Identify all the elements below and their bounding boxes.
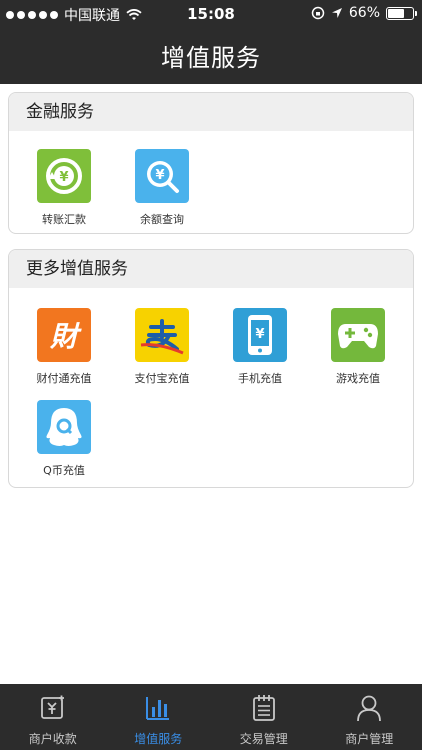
service-qq-coin-recharge[interactable]: Q币充值 xyxy=(15,400,113,478)
status-bar: 中国联通 15:08 66% xyxy=(0,0,422,28)
service-tenpay-recharge[interactable]: 財 财付通充值 xyxy=(15,308,113,386)
clipboard-icon xyxy=(252,694,276,722)
qq-coin-icon xyxy=(37,400,91,454)
tenpay-icon: 財 xyxy=(37,308,91,362)
location-arrow-icon xyxy=(331,8,342,18)
bar-chart-icon xyxy=(145,694,171,722)
tab-label: 交易管理 xyxy=(239,732,288,746)
tab-value-added-services[interactable]: 增值服务 xyxy=(106,684,212,750)
section-financial-services: 金融服务 ¥ 转账汇款 ¥ 余额查询 xyxy=(8,92,414,234)
service-label: 手机充值 xyxy=(238,372,282,385)
section-title: 金融服务 xyxy=(9,93,413,131)
page-title: 增值服务 xyxy=(161,44,261,72)
tab-label: 商户收款 xyxy=(28,732,77,746)
svg-text:¥: ¥ xyxy=(255,327,264,342)
service-label: 游戏充值 xyxy=(336,372,380,385)
tab-merchant-receive[interactable]: 商户收款 xyxy=(0,684,106,750)
battery-percent: 66% xyxy=(348,5,380,21)
tab-transaction-management[interactable]: 交易管理 xyxy=(211,684,317,750)
service-game-recharge[interactable]: 游戏充值 xyxy=(309,308,407,386)
balance-query-icon: ¥ xyxy=(135,149,189,203)
service-label: 转账汇款 xyxy=(42,213,86,226)
tab-bar: 商户收款 增值服务 交易管理 商户管理 xyxy=(0,684,422,750)
service-mobile-recharge[interactable]: ¥ 手机充值 xyxy=(211,308,309,386)
service-label: Q币充值 xyxy=(43,464,85,477)
svg-text:¥: ¥ xyxy=(155,168,164,183)
top-bar: 中国联通 15:08 66% 增值服务 xyxy=(0,0,422,84)
svg-text:¥: ¥ xyxy=(59,170,68,185)
mobile-recharge-icon: ¥ xyxy=(233,308,287,362)
rotation-lock-icon xyxy=(311,6,325,20)
service-transfer[interactable]: ¥ 转账汇款 xyxy=(15,149,113,227)
alipay-icon xyxy=(135,308,189,362)
receive-payment-icon xyxy=(39,694,67,722)
service-label: 余额查询 xyxy=(140,213,184,226)
service-label: 支付宝充值 xyxy=(134,372,190,385)
service-label: 财付通充值 xyxy=(36,372,92,385)
tab-label: 增值服务 xyxy=(134,732,183,746)
section-title: 更多增值服务 xyxy=(9,250,413,288)
tab-merchant-management[interactable]: 商户管理 xyxy=(317,684,422,750)
user-icon xyxy=(356,694,382,722)
gamepad-icon xyxy=(331,308,385,362)
battery-icon xyxy=(386,6,417,20)
section-more-services: 更多增值服务 財 财付通充值 支付宝充值 ¥ 手机充值 游戏充值 Q币充值 xyxy=(8,249,414,488)
transfer-icon: ¥ xyxy=(37,149,91,203)
service-alipay-recharge[interactable]: 支付宝充值 xyxy=(113,308,211,386)
service-balance-query[interactable]: ¥ 余额查询 xyxy=(113,149,211,227)
svg-text:財: 財 xyxy=(49,320,82,353)
tab-label: 商户管理 xyxy=(345,732,394,746)
